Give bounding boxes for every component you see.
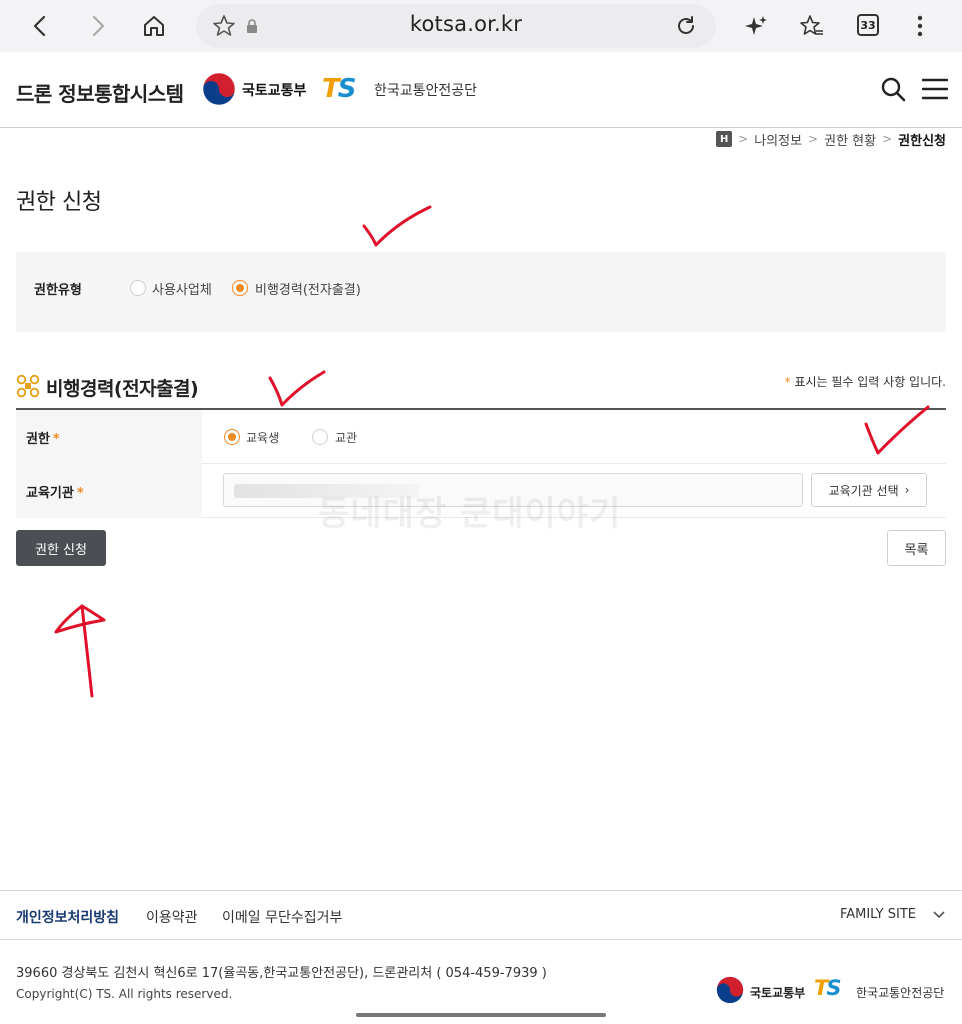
section-title: 비행경력(전자출결) [46,378,199,400]
email-refusal-link[interactable]: 이메일 무단수집거부 [222,907,342,927]
required-note: * 표시는 필수 입력 사항 입니다. [785,373,946,390]
breadcrumb: H > 나의정보 > 권한 현황 > 권한신청 [716,130,946,149]
ministry-name: 국토교통부 [242,83,307,99]
institution-header: 교육기관 * [16,464,202,518]
apply-auth-button[interactable]: 권한 신청 [16,530,106,566]
radio-business-label[interactable]: 사용사업체 [152,279,212,298]
terms-link[interactable]: 이용약관 [146,907,198,927]
arrow-annotation [54,604,106,698]
chevron-down-icon [933,910,945,918]
family-site-select[interactable]: FAMILY SITE [840,907,946,922]
breadcrumb-item-auth-status[interactable]: 권한 현황 [824,130,876,149]
bookmarks-list-icon[interactable] [796,10,828,42]
page-title: 권한 신청 [16,190,102,215]
breadcrumb-item-my-info[interactable]: 나의정보 [754,130,802,149]
breadcrumb-item-current: 권한신청 [898,133,946,149]
checkmark-annotation [362,205,432,247]
more-vert-icon[interactable] [904,10,936,42]
gesture-home-bar[interactable] [356,1013,606,1017]
footer-ts-logo: TS [814,976,841,1000]
required-star: * [784,375,791,389]
taegeuk-logo-icon [716,976,744,1004]
privacy-policy-link[interactable]: 개인정보처리방침 [16,907,119,927]
list-button[interactable]: 목록 [887,530,946,566]
sparkle-icon[interactable] [740,10,772,42]
watermark: 동네대장 쿤대이야기 [318,494,622,534]
footer-address: 39660 경상북도 김천시 혁신6로 17(율곡동,한국교통안전공단), 드론… [16,966,547,981]
chevron-right-icon: > [808,132,819,146]
drone-icon [16,374,40,398]
checkmark-annotation [268,370,326,407]
home-icon[interactable] [138,10,170,42]
tab-count-icon[interactable]: 33 [857,14,879,36]
reload-icon[interactable] [670,10,702,42]
radio-instructor[interactable] [312,429,328,445]
back-icon[interactable] [24,10,56,42]
url-text[interactable]: kotsa.or.kr [196,12,736,36]
select-institution-button[interactable]: 교육기관 선택 › [811,473,927,507]
browser-toolbar: kotsa.or.kr 33 [0,0,962,52]
site-header: 드론 정보통합시스템 국토교통부 TS 한국교통안전공단 [0,52,962,128]
site-title[interactable]: 드론 정보통합시스템 [16,78,184,107]
auth-type-label: 권한유형 [34,283,82,298]
institution-label: 교육기관 * [26,486,84,501]
chevron-right-icon: › [904,483,910,497]
ts-logo: TS [322,74,356,104]
role-label: 권한 * [26,432,60,447]
breadcrumb-home-icon[interactable]: H [716,131,733,147]
chevron-right-icon: > [882,132,893,146]
family-site-label: FAMILY SITE [839,907,916,922]
footer-ministry-name: 국토교통부 [750,986,806,1000]
forward-icon[interactable] [82,10,114,42]
radio-business[interactable] [130,280,146,296]
radio-flight-record[interactable] [232,280,248,296]
role-header: 권한 * [16,410,202,464]
footer-copyright: Copyright(C) TS. All rights reserved. [16,987,233,1001]
taegeuk-logo-icon [202,72,236,106]
radio-instructor-label[interactable]: 교관 [335,429,357,446]
radio-student[interactable] [224,429,240,445]
auth-type-box: 권한유형 사용사업체 비행경력(전자출결) [16,252,946,332]
footer-agency-name: 한국교통안전공단 [856,986,945,1000]
radio-flight-record-label[interactable]: 비행경력(전자출결) [255,279,361,298]
select-institution-label: 교육기관 선택 [828,483,899,498]
agency-name: 한국교통안전공단 [374,83,478,99]
form-row-role: 권한 * 교육생 교관 [16,410,946,464]
chevron-right-icon: > [738,132,749,146]
hamburger-menu-icon[interactable] [922,78,948,100]
required-note-text: 표시는 필수 입력 사항 입니다. [794,375,946,389]
footer-links: 개인정보처리방침 이용약관 이메일 무단수집거부 FAMILY SITE [0,890,962,940]
radio-student-label[interactable]: 교육생 [246,429,279,446]
search-icon[interactable] [880,76,906,102]
